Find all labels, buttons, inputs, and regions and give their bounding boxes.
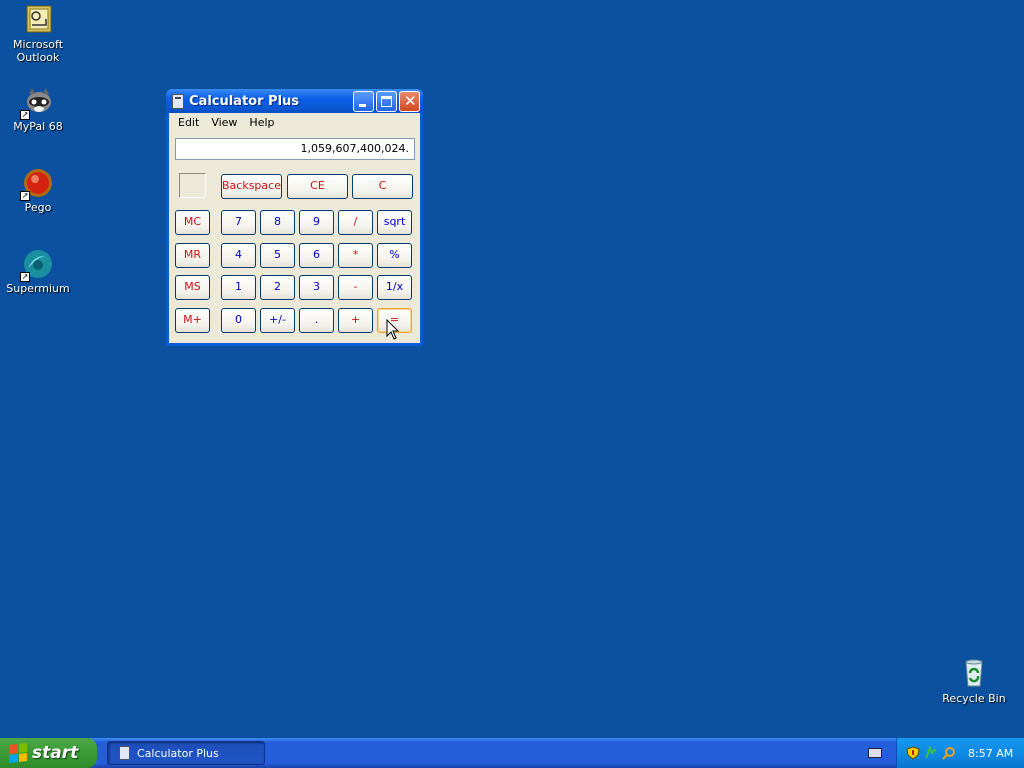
desktop-icon-label: Microsoft [12, 38, 64, 51]
clear-entry-button[interactable]: CE [287, 174, 348, 199]
clock[interactable]: 8:57 AM [968, 747, 1013, 760]
close-icon: ✕ [404, 91, 417, 110]
minimize-icon [359, 103, 366, 107]
shortcut-arrow-icon: ↗ [20, 272, 30, 282]
digit-8-button[interactable]: 8 [260, 210, 295, 235]
system-tray: 8:57 AM [896, 738, 1024, 768]
mypal-raccoon-icon: ↗ [20, 86, 54, 120]
digit-5-button[interactable]: 5 [260, 243, 295, 268]
maximize-button[interactable] [376, 90, 397, 112]
memory-indicator [179, 173, 206, 198]
outlook-icon [22, 4, 54, 36]
decimal-button[interactable]: . [299, 308, 334, 333]
digit-7-button[interactable]: 7 [221, 210, 256, 235]
menu-edit[interactable]: Edit [172, 116, 205, 129]
windows-logo-icon [9, 743, 27, 763]
clear-button[interactable]: C [352, 174, 413, 199]
network-icon[interactable] [924, 745, 938, 760]
taskbar: start Calculator Plus 8:57 AM [0, 738, 1024, 768]
desktop-icon-label: Supermium [6, 282, 70, 295]
desktop-icon-pego[interactable]: ↗ Pego [0, 167, 76, 214]
close-button[interactable]: ✕ [399, 90, 420, 112]
keyboard-icon[interactable] [868, 748, 882, 758]
sign-toggle-button[interactable]: +/- [260, 308, 295, 333]
recycle-bin-icon [958, 656, 990, 688]
desktop-icon-mypal[interactable]: ↗ MyPal 68 [0, 86, 76, 133]
calculator-icon [172, 93, 184, 109]
taskbar-item-label: Calculator Plus [137, 746, 219, 760]
memory-store-button[interactable]: MS [175, 275, 210, 300]
menu-help[interactable]: Help [243, 116, 280, 129]
taskbar-item-calculator[interactable]: Calculator Plus [107, 741, 265, 765]
pego-icon: ↗ [20, 167, 54, 201]
calculator-body: Edit View Help 1,059,607,400,024. Backsp… [169, 113, 420, 343]
calculator-window: Calculator Plus ✕ Edit View Help 1,059,6… [166, 89, 423, 346]
digit-3-button[interactable]: 3 [299, 275, 334, 300]
digit-2-button[interactable]: 2 [260, 275, 295, 300]
memory-recall-button[interactable]: MR [175, 243, 210, 268]
digit-9-button[interactable]: 9 [299, 210, 334, 235]
digit-1-button[interactable]: 1 [221, 275, 256, 300]
calculator-icon [119, 746, 130, 760]
maximize-icon [381, 95, 392, 107]
desktop-icon-recycle-bin[interactable]: Recycle Bin [935, 656, 1013, 705]
title-bar[interactable]: Calculator Plus ✕ [166, 89, 423, 113]
desktop-icon-label: MyPal 68 [13, 120, 63, 133]
desktop-icon-label: Outlook [16, 51, 60, 64]
digit-4-button[interactable]: 4 [221, 243, 256, 268]
percent-button[interactable]: % [377, 243, 412, 268]
add-button[interactable]: + [338, 308, 373, 333]
desktop-icon-supermium[interactable]: ↗ Supermium [0, 248, 76, 295]
memory-clear-button[interactable]: MC [175, 210, 210, 235]
digit-0-button[interactable]: 0 [221, 308, 256, 333]
desktop-icon-outlook[interactable]: Microsoft Outlook [0, 4, 76, 64]
subtract-button[interactable]: - [338, 275, 373, 300]
desktop-icon-label: Pego [24, 201, 52, 214]
memory-add-button[interactable]: M+ [175, 308, 210, 333]
search-icon[interactable] [942, 746, 956, 760]
digit-6-button[interactable]: 6 [299, 243, 334, 268]
shortcut-arrow-icon: ↗ [20, 191, 30, 201]
sqrt-button[interactable]: sqrt [377, 210, 412, 235]
window-title: Calculator Plus [189, 93, 300, 109]
security-shield-icon[interactable] [906, 746, 920, 760]
multiply-button[interactable]: * [338, 243, 373, 268]
desktop-icon-label: Recycle Bin [942, 692, 1006, 705]
start-button[interactable]: start [0, 738, 97, 768]
minimize-button[interactable] [353, 90, 374, 112]
supermium-icon: ↗ [20, 248, 54, 282]
shortcut-arrow-icon: ↗ [20, 110, 30, 120]
result-display: 1,059,607,400,024. [175, 138, 415, 160]
menu-view[interactable]: View [205, 116, 243, 129]
divide-button[interactable]: / [338, 210, 373, 235]
reciprocal-button[interactable]: 1/x [377, 275, 412, 300]
menu-bar: Edit View Help [169, 113, 420, 132]
start-label: start [32, 743, 79, 763]
backspace-button[interactable]: Backspace [221, 174, 282, 199]
